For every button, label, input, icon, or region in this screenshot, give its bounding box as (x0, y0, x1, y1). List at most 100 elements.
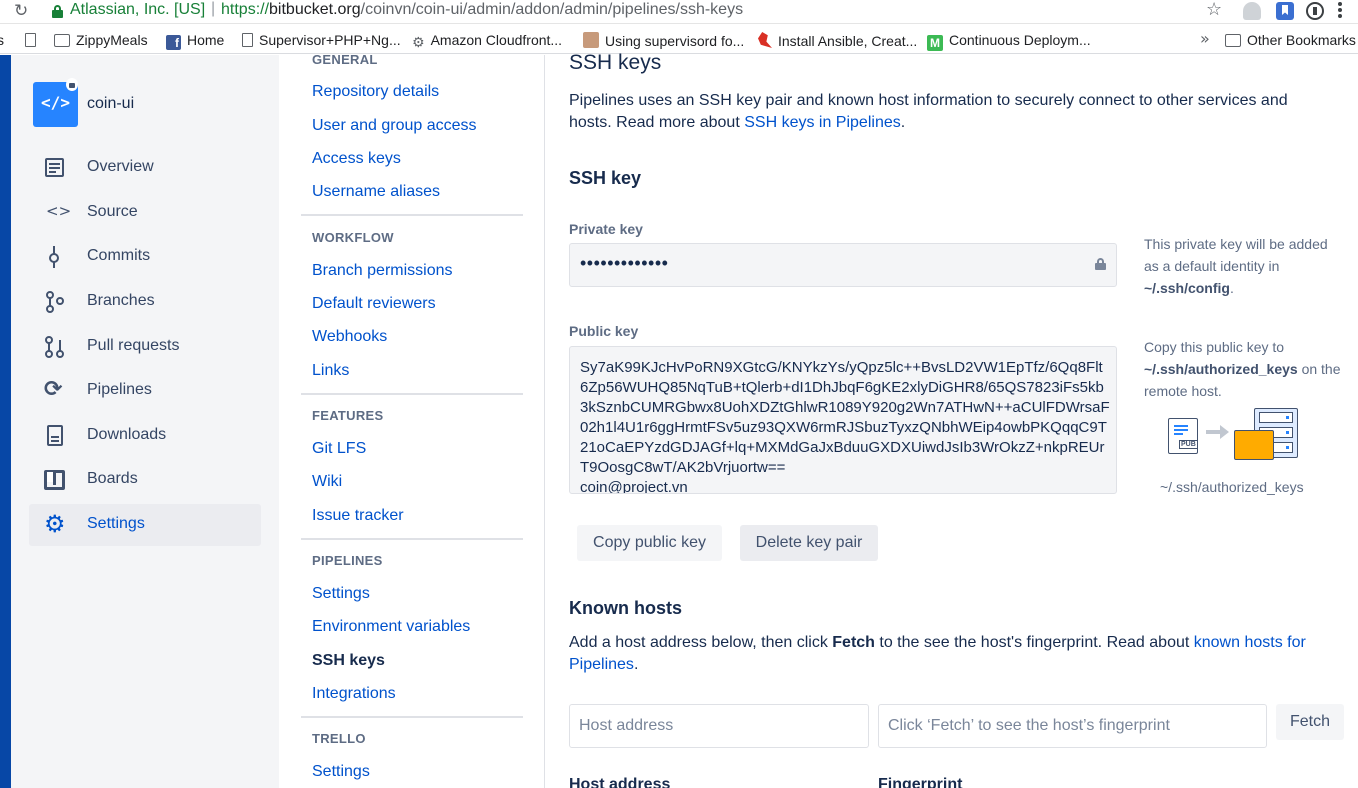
site-identity[interactable]: Atlassian, Inc. [US] (70, 1, 205, 19)
link-git-lfs[interactable]: Git LFS (312, 440, 366, 458)
sidebar-item-downloads[interactable]: Downloads (29, 415, 261, 457)
code-icon: </> (41, 93, 70, 112)
global-nav-edge (0, 55, 11, 788)
url-field[interactable]: https://bitbucket.org/coinvn/coin-ui/adm… (221, 1, 743, 19)
secure-lock-icon[interactable] (52, 5, 63, 18)
ssh-keys-docs-link[interactable]: SSH keys in Pipelines (744, 114, 901, 131)
overview-icon (44, 157, 66, 179)
pipelines-icon: ⟳ (44, 377, 63, 402)
public-key-field[interactable]: Sy7aK99KJcHvPoRN9XGtcG/KNYkzYs/yQpz5lc++… (569, 346, 1117, 494)
bookmark-continuous-deployment[interactable]: M Continuous Deploym... (927, 32, 1091, 51)
column-header-fingerprint: Fingerprint (878, 776, 963, 788)
sidebar-item-label: Pipelines (87, 381, 152, 398)
sidebar-item-settings[interactable]: ⚙ Settings (29, 504, 261, 546)
sidebar-item-label: Settings (87, 515, 145, 532)
ssh-keys-page: SSH keys Pipelines uses an SSH key pair … (546, 51, 1358, 788)
bookmarks-bar: s ZippyMeals f Home Supervisor+PHP+Ng... … (0, 26, 1358, 54)
link-access-keys[interactable]: Access keys (312, 150, 401, 168)
section-heading-pipelines: PIPELINES (312, 553, 383, 568)
chevron-double-right-icon[interactable]: » (1200, 29, 1210, 48)
divider (301, 716, 523, 718)
divider (301, 393, 523, 395)
page-icon (25, 33, 36, 47)
link-username-aliases[interactable]: Username aliases (312, 183, 440, 201)
folder-icon (1234, 430, 1274, 460)
link-repository-details[interactable]: Repository details (312, 83, 439, 101)
sidebar-item-boards[interactable]: Boards (29, 459, 261, 501)
bookmark-zippymeals[interactable]: ZippyMeals (54, 32, 148, 48)
bookmark-star-icon[interactable]: ☆ (1206, 0, 1222, 20)
copy-public-key-button[interactable]: Copy public key (577, 525, 722, 561)
repo-name[interactable]: coin-ui (87, 95, 134, 113)
private-key-value: ••••••••••••• (580, 253, 669, 273)
sidebar-item-commits[interactable]: Commits (29, 236, 261, 278)
public-key-value: Sy7aK99KJcHvPoRN9XGtcG/KNYkzYs/yQpz5lc++… (580, 359, 1110, 494)
folder-icon (54, 34, 70, 47)
bookmark-other[interactable]: Other Bookmarks (1225, 32, 1356, 48)
sidebar-item-label: Branches (87, 292, 155, 309)
board-icon (44, 469, 66, 491)
sidebar-item-pipelines[interactable]: ⟳ Pipelines (29, 370, 261, 412)
bookmark-blank[interactable] (25, 32, 42, 48)
code-brackets-icon: <> (46, 202, 72, 220)
page-icon (242, 33, 253, 47)
avatar-icon (583, 32, 599, 48)
section-heading-general: GENERAL (312, 52, 378, 67)
commit-icon (44, 246, 66, 268)
bookmark-supervisor[interactable]: Supervisor+PHP+Ng... (242, 32, 401, 48)
link-environment-variables[interactable]: Environment variables (312, 618, 470, 636)
link-ssh-keys[interactable]: SSH keys (312, 652, 385, 670)
sidebar-item-branches[interactable]: Branches (29, 281, 261, 323)
link-branch-permissions[interactable]: Branch permissions (312, 262, 453, 280)
sidebar-item-overview[interactable]: Overview (29, 147, 261, 189)
link-issue-tracker[interactable]: Issue tracker (312, 507, 404, 525)
folder-icon (1225, 34, 1241, 47)
intro-text: Pipelines uses an SSH key pair and known… (569, 92, 1288, 131)
settings-navigation: GENERAL Repository details User and grou… (279, 52, 545, 788)
link-wiki[interactable]: Wiki (312, 473, 342, 491)
public-key-label: Public key (569, 323, 639, 339)
link-links[interactable]: Links (312, 362, 349, 380)
link-pipelines-settings[interactable]: Settings (312, 585, 370, 603)
sidebar-item-source[interactable]: <> Source (29, 192, 261, 234)
private-key-help: This private key will be added as a defa… (1144, 236, 1328, 296)
column-header-host: Host address (569, 776, 671, 788)
divider (301, 214, 523, 216)
facebook-icon: f (166, 35, 181, 50)
link-default-reviewers[interactable]: Default reviewers (312, 295, 436, 313)
public-key-file-icon: PUB (1168, 418, 1198, 454)
sidebar-item-pull-requests[interactable]: Pull requests (29, 326, 261, 368)
url-separator: | (211, 0, 216, 17)
gear-icon: ⚙ (44, 510, 66, 538)
link-trello-settings[interactable]: Settings (312, 763, 370, 781)
link-webhooks[interactable]: Webhooks (312, 328, 387, 346)
link-integrations[interactable]: Integrations (312, 685, 396, 703)
drive-extension-icon[interactable] (1243, 2, 1261, 20)
fingerprint-field[interactable]: Click ‘Fetch’ to see the host’s fingerpr… (878, 704, 1267, 748)
divider (301, 538, 523, 540)
delete-key-pair-button[interactable]: Delete key pair (740, 525, 878, 561)
sidebar-item-label: Commits (87, 247, 151, 264)
bookmark-cloudfront[interactable]: ⚙ Amazon Cloudfront... (412, 32, 562, 51)
lock-icon (1095, 258, 1106, 270)
fetch-button[interactable]: Fetch (1276, 704, 1344, 740)
illustration-caption: ~/.ssh/authorized_keys (1160, 479, 1304, 495)
bookmark-ansible[interactable]: Install Ansible, Creat... (758, 32, 917, 49)
private-key-field[interactable]: ••••••••••••• (569, 243, 1117, 287)
link-user-group-access[interactable]: User and group access (312, 117, 477, 135)
bookmark-supervisord[interactable]: Using supervisord fo... (583, 32, 744, 49)
sidebar-item-label: Downloads (87, 426, 167, 443)
info-extension-icon[interactable] (1306, 2, 1324, 20)
gear-icon: ⚙ (412, 35, 425, 51)
private-key-label: Private key (569, 221, 643, 237)
bookmark-extension-icon[interactable] (1276, 2, 1294, 20)
reload-icon[interactable]: ↻ (14, 1, 28, 21)
host-address-input[interactable]: Host address (569, 704, 869, 748)
bookmark-home[interactable]: f Home (166, 32, 224, 50)
menu-kebab-icon[interactable] (1338, 2, 1344, 20)
sidebar-item-label: Source (87, 203, 138, 220)
bookmark-apps-fragment[interactable]: s (0, 32, 4, 48)
repo-avatar[interactable]: </> (33, 78, 78, 127)
section-heading-trello: TRELLO (312, 731, 366, 746)
known-hosts-heading: Known hosts (569, 598, 682, 618)
